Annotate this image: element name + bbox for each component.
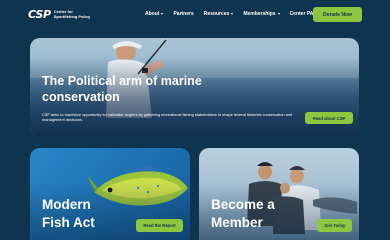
chevron-down-icon	[161, 13, 164, 15]
nav-links: About Partners Resources Memberships Cen…	[145, 11, 317, 17]
card-title-line-2: Fish Act	[42, 215, 95, 230]
nav-item-about[interactable]: About	[145, 11, 164, 17]
csp-logo[interactable]: CSP Center for Sportfishing Policy	[28, 8, 90, 21]
logo-mark: CSP	[28, 8, 51, 21]
logo-line-2: Sportfishing Policy	[53, 13, 91, 19]
top-navigation: CSP Center for Sportfishing Policy About…	[0, 0, 390, 30]
card-title-line-1: Become a	[211, 197, 275, 212]
nav-label-resources: Resources	[203, 11, 230, 17]
read-about-csp-button[interactable]: Read about CSP	[305, 112, 353, 124]
nav-label-about: About	[145, 11, 160, 17]
card-title-line-1: Modern	[42, 197, 91, 212]
nav-item-partners[interactable]: Partners	[173, 11, 193, 17]
logo-text: Center for Sportfishing Policy	[53, 9, 91, 19]
chevron-down-icon	[277, 13, 280, 15]
hero-title: The Political arm of marine conservation	[42, 74, 202, 104]
join-today-button[interactable]: Join Today	[317, 219, 352, 232]
card-title-modern-fish-act: Modern Fish Act	[42, 196, 95, 232]
hero-banner: The Political arm of marine conservation…	[30, 38, 359, 137]
card-title-become-a-member: Become a Member	[211, 196, 275, 232]
read-the-report-button[interactable]: Read the Report	[136, 219, 183, 232]
nav-item-resources[interactable]: Resources	[204, 11, 234, 17]
nav-label-memberships: Memberships	[243, 11, 276, 17]
chevron-down-icon	[231, 13, 234, 15]
donate-button[interactable]: Donate Now	[313, 7, 362, 22]
card-title-line-2: Member	[211, 215, 263, 230]
become-a-member-card[interactable]: Become a Member Join Today	[199, 148, 359, 240]
nav-item-memberships[interactable]: Memberships	[243, 11, 280, 17]
hero-subtitle: CSP aims to maximize opportunity for sal…	[42, 112, 293, 123]
nav-label-partners: Partners	[173, 11, 194, 17]
modern-fish-act-card[interactable]: Modern Fish Act Read the Report	[30, 148, 190, 240]
